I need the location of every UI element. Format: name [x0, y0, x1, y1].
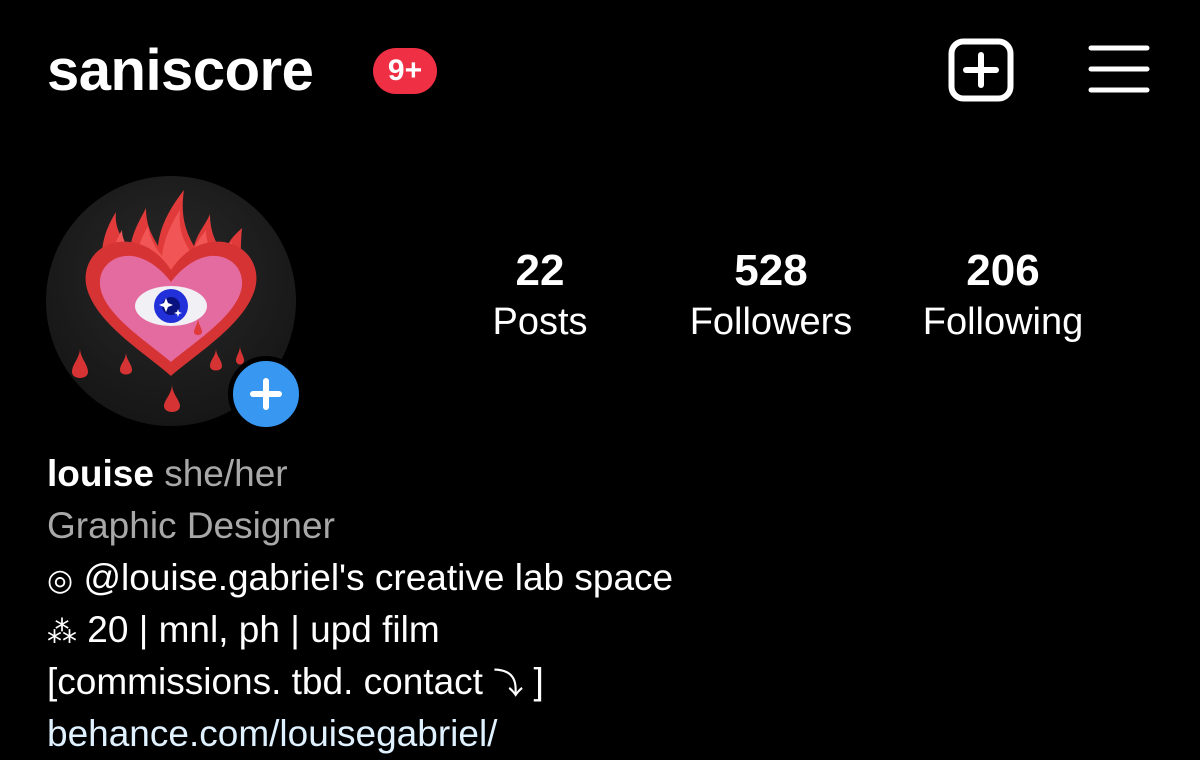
menu-button[interactable]	[1088, 44, 1150, 94]
posts-label: Posts	[492, 301, 588, 343]
category-label: Graphic Designer	[47, 505, 335, 546]
profile-bio: louise she/her Graphic Designer ◎ @louis…	[47, 448, 1147, 760]
bio-line-3: [commissions. tbd. contact ⤵ ]	[47, 656, 1147, 708]
followers-count: 528	[734, 246, 808, 295]
pronouns: she/her	[164, 453, 288, 494]
hamburger-menu-icon	[1088, 45, 1150, 93]
bio-text-2: 20 | mnl, ph | upd film	[87, 609, 440, 650]
spiral-icon: ◎	[47, 563, 74, 598]
bio-text-1: @louise.gabriel's creative lab space	[83, 557, 674, 598]
account-username[interactable]: saniscore	[47, 36, 314, 106]
website-link[interactable]: behance.com/louisegabriel/	[47, 708, 1147, 760]
display-name: louise	[47, 453, 154, 494]
bio-line-2: ⁂ 20 | mnl, ph | upd film	[47, 604, 1147, 656]
following-label: Following	[922, 301, 1084, 343]
bio-text-3-close: ]	[533, 661, 544, 702]
profile-stats: 22 Posts 528 Followers 206 Following	[0, 245, 1200, 355]
stat-followers[interactable]: 528 Followers	[661, 245, 881, 347]
bio-name-line: louise she/her	[47, 448, 1147, 500]
posts-count: 22	[515, 246, 565, 295]
followers-label: Followers	[689, 301, 853, 343]
stat-following[interactable]: 206 Following	[893, 245, 1113, 347]
notification-badge[interactable]: 9+	[373, 48, 437, 94]
bio-line-1: ◎ @louise.gabriel's creative lab space	[47, 552, 1147, 604]
plus-square-icon	[948, 38, 1014, 102]
arrow-down-icon: ⤵	[493, 667, 524, 702]
top-bar: saniscore 9+	[0, 0, 1200, 150]
bio-text-3: [commissions. tbd. contact	[47, 661, 483, 702]
plus-icon	[250, 378, 282, 410]
add-story-button[interactable]	[228, 356, 304, 432]
following-count: 206	[966, 246, 1040, 295]
sparkle-icon: ⁂	[47, 615, 77, 650]
new-post-button[interactable]	[948, 38, 1014, 102]
stat-posts[interactable]: 22 Posts	[430, 245, 650, 347]
